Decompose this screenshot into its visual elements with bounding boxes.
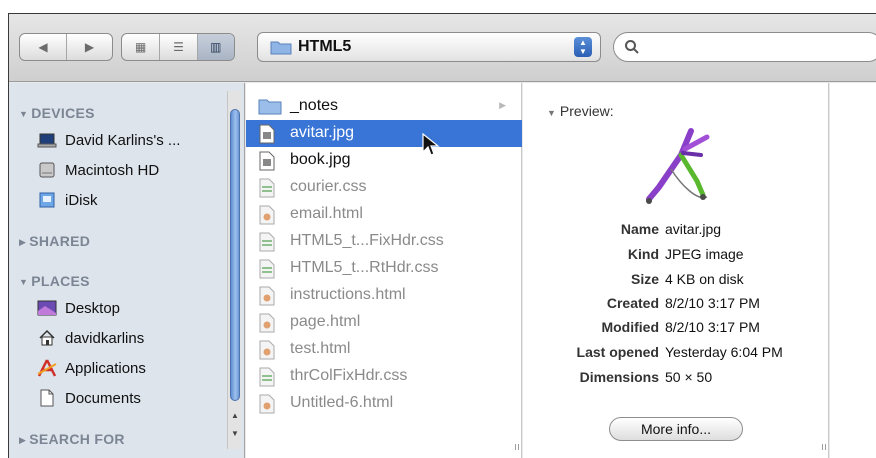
list-item[interactable]: _notes ▶ bbox=[246, 93, 522, 120]
column-view-icon: ▥ bbox=[210, 40, 222, 54]
disclosure-closed-icon: ▶ bbox=[19, 435, 27, 445]
scroll-up-icon[interactable]: ▲ bbox=[231, 411, 239, 420]
sidebar: ▼ DEVICES David Karlins's ... Macintosh H… bbox=[9, 83, 245, 458]
list-item[interactable]: page.html bbox=[246, 309, 522, 336]
list-item[interactable]: book.jpg bbox=[246, 147, 522, 174]
sidebar-item-home[interactable]: davidkarlins bbox=[37, 327, 144, 349]
image-file-icon bbox=[258, 151, 276, 175]
file-list-column: _notes ▶ avitar.jpg book.jpg courier.css bbox=[246, 83, 522, 458]
meta-row-dimensions: Dimensions 50 × 50 bbox=[579, 369, 713, 385]
back-forward-control: ◀ ▶ bbox=[19, 33, 113, 61]
html-file-icon bbox=[258, 394, 276, 418]
shared-header[interactable]: ▶ SHARED bbox=[19, 233, 90, 249]
meta-row-kind: Kind JPEG image bbox=[627, 246, 744, 262]
mouse-pointer-icon bbox=[422, 132, 440, 161]
list-item[interactable]: HTML5_t...RtHdr.css bbox=[246, 255, 522, 282]
laptop-icon bbox=[37, 131, 57, 149]
forward-button[interactable]: ▶ bbox=[65, 34, 112, 60]
meta-row-modified: Modified 8/2/10 3:17 PM bbox=[601, 319, 760, 335]
desktop-icon bbox=[37, 299, 57, 317]
preview-thumbnail bbox=[641, 125, 721, 211]
sidebar-scrollbar[interactable]: ▲ ▼ bbox=[227, 91, 241, 449]
html-file-icon bbox=[258, 340, 276, 364]
column-view-button[interactable]: ▥ bbox=[196, 34, 234, 60]
search-icon bbox=[624, 39, 640, 59]
devices-header[interactable]: ▼ DEVICES bbox=[19, 105, 95, 121]
idisk-icon bbox=[37, 191, 57, 209]
sidebar-item-applications[interactable]: Applications bbox=[37, 357, 146, 379]
image-file-icon bbox=[258, 124, 276, 148]
popup-stepper-icon: ▲ ▼ bbox=[574, 37, 592, 57]
icon-view-icon: ▦ bbox=[134, 40, 147, 54]
meta-row-last-opened: Last opened Yesterday 6:04 PM bbox=[576, 344, 783, 360]
sidebar-item-desktop[interactable]: Desktop bbox=[37, 297, 120, 319]
preview-header[interactable]: ▼ Preview: bbox=[547, 103, 614, 119]
list-item[interactable]: instructions.html bbox=[246, 282, 522, 309]
list-item[interactable]: avitar.jpg bbox=[246, 120, 522, 147]
html-file-icon bbox=[258, 286, 276, 310]
html-file-icon bbox=[258, 313, 276, 337]
disclosure-arrow-icon: ▶ bbox=[499, 100, 506, 110]
path-label: HTML5 bbox=[298, 38, 352, 55]
sidebar-item-macintosh-hd[interactable]: Macintosh HD bbox=[37, 159, 159, 181]
back-button[interactable]: ◀ bbox=[20, 34, 66, 60]
forward-arrow-icon: ▶ bbox=[84, 40, 95, 54]
meta-row-created: Created 8/2/10 3:17 PM bbox=[606, 295, 760, 311]
folder-icon bbox=[270, 39, 292, 59]
list-item[interactable]: courier.css bbox=[246, 174, 522, 201]
css-file-icon bbox=[258, 367, 276, 391]
html-file-icon bbox=[258, 205, 276, 229]
scroll-down-icon[interactable]: ▼ bbox=[231, 429, 239, 438]
sidebar-item-laptop[interactable]: David Karlins's ... bbox=[37, 129, 180, 151]
list-item[interactable]: HTML5_t...FixHdr.css bbox=[246, 228, 522, 255]
home-icon bbox=[37, 329, 57, 347]
meta-row-name: Name avitar.jpg bbox=[620, 221, 722, 237]
column-resize-handle[interactable]: ıı bbox=[821, 441, 827, 453]
search-field[interactable] bbox=[613, 32, 876, 62]
disclosure-closed-icon: ▶ bbox=[19, 237, 27, 247]
finder-window: ◀ ▶ ▦ ☰ ▥ HTML5 ▲ ▼ ▼ DEVICES David Karl… bbox=[8, 13, 876, 458]
list-item[interactable]: email.html bbox=[246, 201, 522, 228]
list-item[interactable]: thrColFixHdr.css bbox=[246, 363, 522, 390]
css-file-icon bbox=[258, 232, 276, 256]
disclosure-open-icon: ▼ bbox=[19, 109, 29, 119]
meta-row-size: Size 4 KB on disk bbox=[630, 271, 744, 287]
css-file-icon bbox=[258, 178, 276, 202]
path-popup[interactable]: HTML5 ▲ ▼ bbox=[257, 32, 601, 62]
folder-icon bbox=[258, 97, 282, 119]
scrollbar-thumb[interactable] bbox=[230, 109, 240, 401]
view-mode-control: ▦ ☰ ▥ bbox=[121, 33, 235, 61]
search-input[interactable] bbox=[646, 37, 866, 57]
list-view-icon: ☰ bbox=[173, 40, 184, 54]
sidebar-item-documents[interactable]: Documents bbox=[37, 387, 141, 409]
search-for-header[interactable]: ▶ SEARCH FOR bbox=[19, 431, 125, 447]
documents-icon bbox=[37, 389, 57, 407]
column-resize-handle[interactable]: ıı bbox=[514, 441, 520, 453]
css-file-icon bbox=[258, 259, 276, 283]
back-arrow-icon: ◀ bbox=[38, 40, 48, 54]
disclosure-open-icon: ▼ bbox=[19, 277, 29, 287]
places-header[interactable]: ▼ PLACES bbox=[19, 273, 90, 289]
disclosure-open-icon: ▼ bbox=[547, 108, 556, 118]
sidebar-item-idisk[interactable]: iDisk bbox=[37, 189, 98, 211]
applications-icon bbox=[37, 359, 57, 377]
preview-column: ▼ Preview: Name avitar.jpg Kind JPEG imag… bbox=[523, 83, 829, 458]
more-info-button[interactable]: More info... bbox=[609, 417, 743, 441]
list-item[interactable]: Untitled-6.html bbox=[246, 390, 522, 417]
icon-view-button[interactable]: ▦ bbox=[122, 34, 159, 60]
list-item[interactable]: test.html bbox=[246, 336, 522, 363]
toolbar: ◀ ▶ ▦ ☰ ▥ HTML5 ▲ ▼ bbox=[9, 14, 876, 82]
list-view-button[interactable]: ☰ bbox=[159, 34, 196, 60]
hard-drive-icon bbox=[37, 161, 57, 179]
empty-column bbox=[830, 83, 876, 458]
